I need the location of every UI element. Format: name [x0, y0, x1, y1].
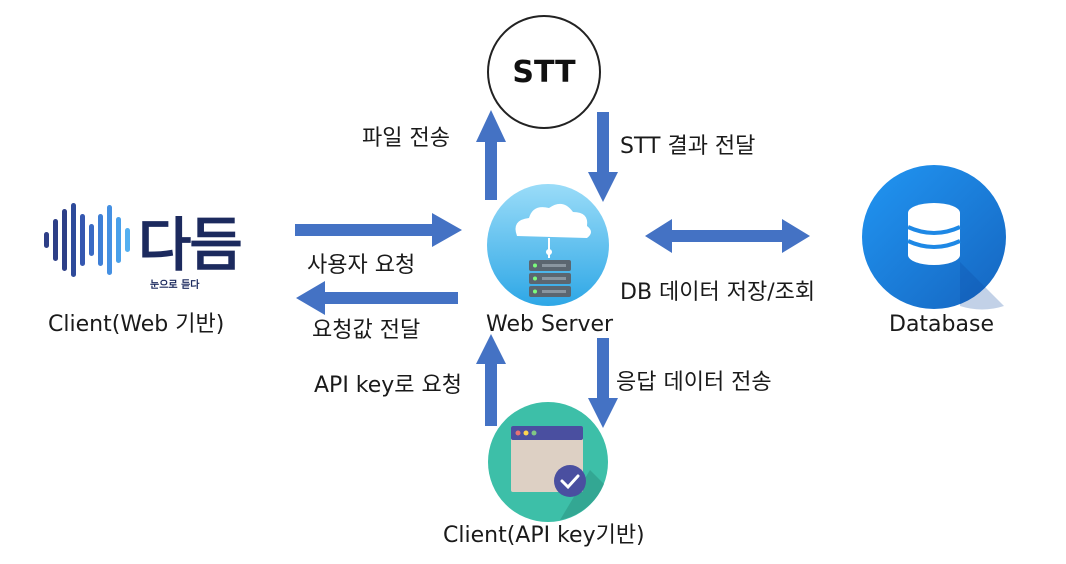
arrow-file-send [476, 110, 506, 200]
client-api-icon [488, 402, 608, 522]
web-server-label: Web Server [486, 312, 614, 337]
arrow-user-request [295, 213, 462, 247]
logo-sound-wave-icon [44, 203, 130, 277]
user-request-label: 사용자 요청 [307, 253, 416, 278]
stt-label: STT [512, 54, 576, 90]
database-label: Database [889, 312, 994, 337]
logo-subtitle: 눈으로 듣다 [150, 280, 200, 291]
stt-result-label: STT 결과 전달 [620, 134, 756, 159]
request-value-label: 요청값 전달 [312, 318, 421, 343]
arrow-db-store [645, 219, 810, 253]
database-icon [862, 165, 1006, 310]
arrow-api-request [476, 334, 506, 426]
arrow-request-value [296, 281, 458, 315]
arrow-response-send [588, 338, 618, 428]
stt-node: STT [487, 15, 601, 129]
logo-title: 다듬 [138, 211, 243, 279]
response-send-label: 응답 데이터 전송 [616, 370, 772, 395]
arrow-stt-result [588, 112, 618, 202]
web-server-icon [487, 184, 609, 306]
api-request-label: API key로 요청 [314, 373, 463, 398]
client-web-label: Client(Web 기반) [48, 312, 225, 337]
client-api-label: Client(API key기반) [443, 523, 645, 548]
db-store-label: DB 데이터 저장/조회 [620, 280, 816, 305]
file-send-label: 파일 전송 [362, 126, 450, 151]
